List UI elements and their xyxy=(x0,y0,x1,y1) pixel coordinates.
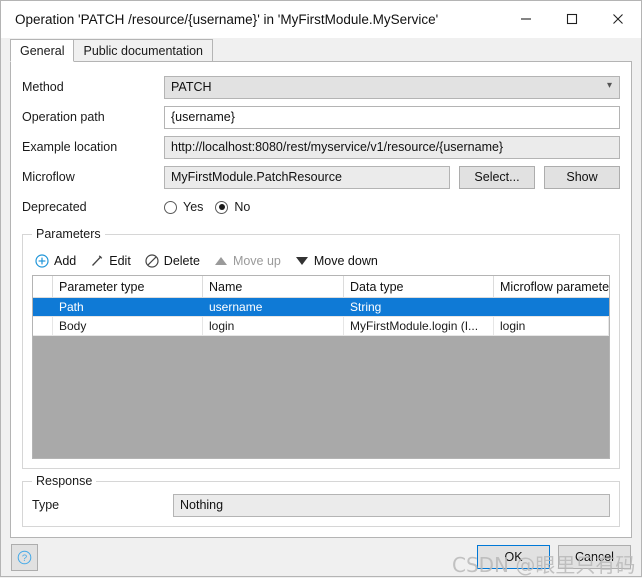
column-header-select[interactable] xyxy=(33,276,53,297)
table-row[interactable]: Body login MyFirstModule.login (I... log… xyxy=(33,317,609,336)
cell-select xyxy=(33,298,53,316)
delete-parameter-label: Delete xyxy=(163,254,200,268)
ok-button[interactable]: OK xyxy=(477,545,550,569)
svg-text:?: ? xyxy=(22,553,27,564)
cell-parameter-type: Body xyxy=(53,317,203,335)
column-header-name[interactable]: Name xyxy=(203,276,344,297)
operation-path-row: Operation path {username} xyxy=(22,102,620,132)
close-button[interactable] xyxy=(595,2,641,37)
microflow-row: Microflow MyFirstModule.PatchResource Se… xyxy=(22,162,620,192)
method-select[interactable]: PATCH ▾ xyxy=(164,75,620,99)
microflow-select-label: Select... xyxy=(474,170,520,184)
edit-parameter-button[interactable]: Edit xyxy=(90,254,131,268)
response-type-value: Nothing xyxy=(180,498,224,512)
example-location-label: Example location xyxy=(22,140,118,154)
column-header-microflow-parameter[interactable]: Microflow parameter xyxy=(494,276,609,297)
tab-general[interactable]: General xyxy=(10,39,75,62)
column-header-data-type[interactable]: Data type xyxy=(344,276,494,297)
cell-microflow-parameter xyxy=(494,298,609,316)
microflow-show-button[interactable]: Show xyxy=(544,165,620,189)
column-header-parameter-type[interactable]: Parameter type xyxy=(53,276,203,297)
deprecated-yes-radio[interactable]: Yes xyxy=(164,200,203,214)
microflow-value: MyFirstModule.PatchResource xyxy=(171,170,342,184)
parameters-toolbar: Add Edit Delete Move up Move down xyxy=(32,249,610,273)
add-parameter-button[interactable]: Add xyxy=(35,254,76,268)
response-type-label: Type xyxy=(32,498,60,512)
title-bar: Operation 'PATCH /resource/{username}' i… xyxy=(1,1,641,38)
operation-path-input[interactable]: {username} xyxy=(164,105,620,129)
cell-microflow-parameter: login xyxy=(494,317,609,335)
move-up-button: Move up xyxy=(214,254,281,268)
edit-parameter-label: Edit xyxy=(109,254,131,268)
help-button[interactable]: ? xyxy=(11,543,38,571)
pencil-icon xyxy=(90,254,104,268)
cell-name: login xyxy=(203,317,344,335)
question-mark-icon: ? xyxy=(17,550,32,565)
table-empty-area xyxy=(33,336,609,458)
deprecated-no-radio[interactable]: No xyxy=(215,200,250,214)
tab-content-general: Method PATCH ▾ Operation path {username}… xyxy=(10,62,632,538)
parameters-group: Parameters Add Edit Delete Move up Move … xyxy=(22,227,620,469)
delete-parameter-button[interactable]: Delete xyxy=(145,254,200,268)
operation-path-value: {username} xyxy=(171,110,235,124)
triangle-up-icon xyxy=(214,254,228,268)
example-location-value-field: http://localhost:8080/rest/myservice/v1/… xyxy=(164,135,620,159)
tab-public-documentation-label: Public documentation xyxy=(83,43,204,58)
microflow-label: Microflow xyxy=(22,170,75,184)
ok-button-label: OK xyxy=(504,550,523,564)
dialog-window: Operation 'PATCH /resource/{username}' i… xyxy=(0,0,642,577)
tab-strip: General Public documentation xyxy=(1,38,641,62)
method-label: Method xyxy=(22,80,64,94)
move-down-button[interactable]: Move down xyxy=(295,254,378,268)
operation-path-label: Operation path xyxy=(22,110,105,124)
radio-unchecked-icon xyxy=(164,200,177,214)
response-type-field[interactable]: Nothing xyxy=(173,493,610,517)
example-location-row: Example location http://localhost:8080/r… xyxy=(22,132,620,162)
deprecated-no-label: No xyxy=(234,200,251,214)
response-legend: Response xyxy=(32,474,97,488)
microflow-select-button[interactable]: Select... xyxy=(459,165,535,189)
response-group: Response Type Nothing xyxy=(22,474,620,527)
add-parameter-label: Add xyxy=(54,254,77,268)
cancel-button[interactable]: Cancel xyxy=(558,545,631,569)
chevron-down-icon: ▾ xyxy=(606,80,612,91)
cell-data-type: String xyxy=(344,298,494,316)
deprecated-row: Deprecated Yes No xyxy=(22,192,620,222)
table-row[interactable]: Path username String xyxy=(33,298,609,317)
cell-parameter-type: Path xyxy=(53,298,203,316)
cancel-button-label: Cancel xyxy=(575,550,614,564)
triangle-down-icon xyxy=(295,254,309,268)
cell-select xyxy=(33,317,53,335)
minimize-button[interactable] xyxy=(503,2,549,37)
deprecated-label: Deprecated xyxy=(22,200,87,214)
radio-checked-icon xyxy=(215,200,229,214)
maximize-button[interactable] xyxy=(549,2,595,37)
deprecated-radio-group: Yes No xyxy=(164,200,250,214)
move-down-label: Move down xyxy=(313,254,378,268)
tab-public-documentation[interactable]: Public documentation xyxy=(73,39,214,62)
method-value: PATCH xyxy=(171,80,212,94)
parameters-legend: Parameters xyxy=(32,227,105,241)
dialog-footer: ? OK Cancel xyxy=(1,538,641,576)
method-row: Method PATCH ▾ xyxy=(22,72,620,102)
parameters-table[interactable]: Parameter type Name Data type Microflow … xyxy=(32,275,610,459)
microflow-show-label: Show xyxy=(566,170,598,184)
deprecated-yes-label: Yes xyxy=(183,200,204,214)
response-type-row: Type Nothing xyxy=(32,493,610,517)
cell-name: username xyxy=(203,298,344,316)
table-header-row: Parameter type Name Data type Microflow … xyxy=(33,276,609,298)
microflow-value-field[interactable]: MyFirstModule.PatchResource xyxy=(164,165,450,189)
example-location-value: http://localhost:8080/rest/myservice/v1/… xyxy=(171,140,504,154)
window-title: Operation 'PATCH /resource/{username}' i… xyxy=(15,11,439,27)
cell-data-type: MyFirstModule.login (I... xyxy=(344,317,494,335)
no-entry-icon xyxy=(145,254,159,268)
plus-circle-icon xyxy=(35,254,49,268)
move-up-label: Move up xyxy=(232,254,281,268)
tab-general-label: General xyxy=(20,43,65,58)
